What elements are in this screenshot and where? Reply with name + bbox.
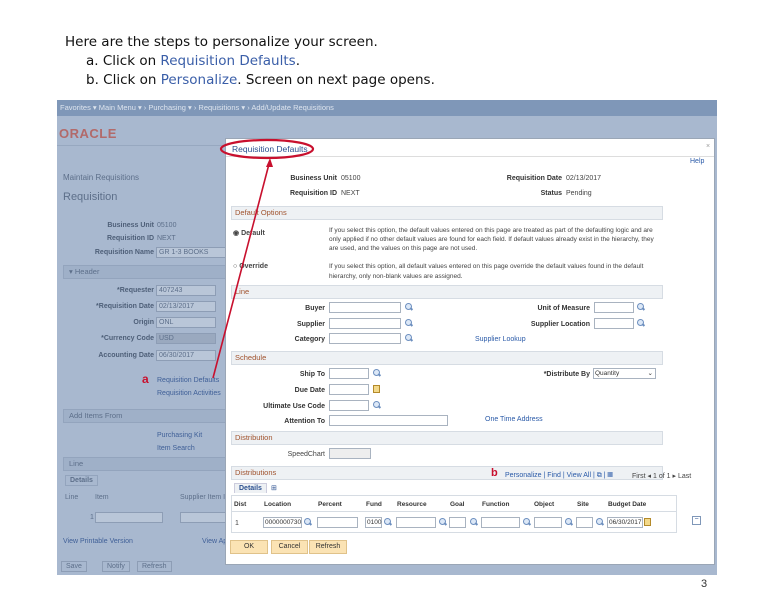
highlight-ellipse: [219, 138, 315, 160]
pointer-arrow: [212, 163, 270, 379]
page-number: 3: [701, 578, 708, 590]
annotation-overlay: [212, 138, 315, 379]
arrowhead: [266, 158, 273, 167]
